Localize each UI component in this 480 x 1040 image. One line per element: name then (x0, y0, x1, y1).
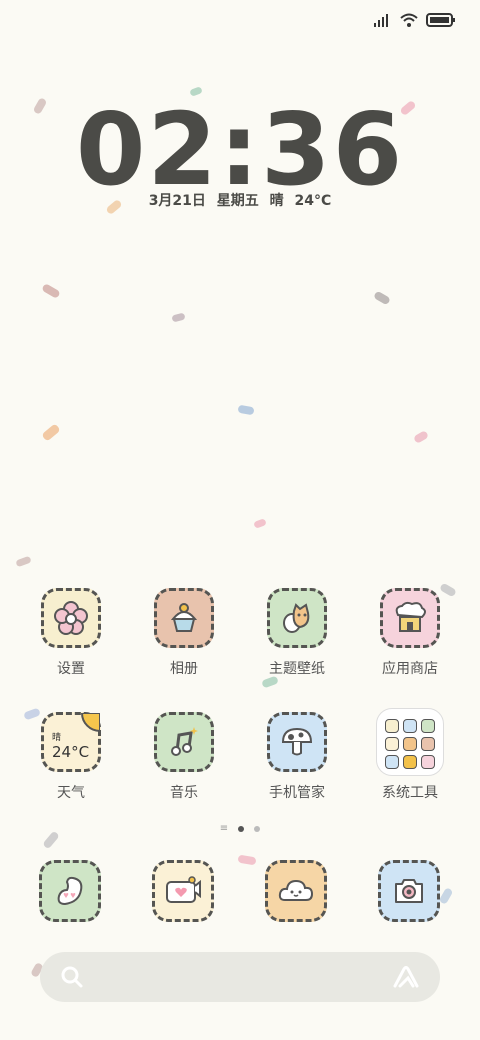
app-label: 天气 (57, 785, 85, 801)
app-label: 设置 (57, 661, 85, 677)
tools-folder-icon (376, 708, 444, 776)
cupcake-icon (154, 588, 214, 648)
dock-camera[interactable] (359, 860, 459, 922)
app-label: 主题壁纸 (269, 661, 325, 677)
battery-icon (426, 13, 455, 27)
wifi-icon (400, 13, 418, 27)
page-dot-active (238, 826, 245, 832)
cloud-face-icon (265, 860, 327, 922)
app-label: 系统工具 (382, 785, 438, 801)
flower-icon (41, 588, 101, 648)
app-label: 音乐 (170, 785, 198, 801)
dock-messages[interactable] (133, 860, 233, 922)
app-settings[interactable]: 设置 (21, 588, 121, 678)
app-label: 应用商店 (382, 661, 438, 677)
cat-icon (267, 588, 327, 648)
app-themes[interactable]: 主题壁纸 (247, 588, 347, 678)
app-weather[interactable]: 晴 24°C 天气 (21, 712, 121, 802)
status-bar (374, 10, 456, 30)
weather-condition: 晴 (52, 732, 62, 743)
app-system-tools-folder[interactable]: 系统工具 (360, 708, 460, 802)
camera-icon (378, 860, 440, 922)
weather-temperature: 24°C (52, 742, 90, 761)
app-phone-manager[interactable]: 手机管家 (247, 712, 347, 802)
app-store[interactable]: 应用商店 (360, 588, 460, 678)
message-icon (152, 860, 214, 922)
search-bar[interactable] (40, 952, 440, 1002)
app-label: 相册 (170, 661, 198, 677)
app-music[interactable]: 音乐 (134, 712, 234, 802)
music-note-icon (154, 712, 214, 772)
search-icon[interactable] (60, 965, 84, 989)
dock-phone[interactable] (20, 860, 120, 922)
assistant-icon[interactable] (392, 965, 420, 989)
phone-bean-icon (39, 860, 101, 922)
signal-icon (374, 14, 388, 27)
sun-icon: 晴 24°C (41, 712, 101, 772)
dock-cloud[interactable] (246, 860, 346, 922)
menu-lines-icon: ≡ (219, 823, 229, 834)
page-dot (254, 826, 261, 832)
app-label: 手机管家 (269, 785, 325, 801)
clock-date: 3月21日 星期五 晴 24°C (148, 193, 332, 209)
page-indicator[interactable]: ≡ (0, 823, 480, 834)
shop-icon (380, 588, 440, 648)
app-gallery[interactable]: 相册 (134, 588, 234, 678)
clock-time[interactable]: 02:36 (0, 100, 480, 200)
mushroom-icon (267, 712, 327, 772)
